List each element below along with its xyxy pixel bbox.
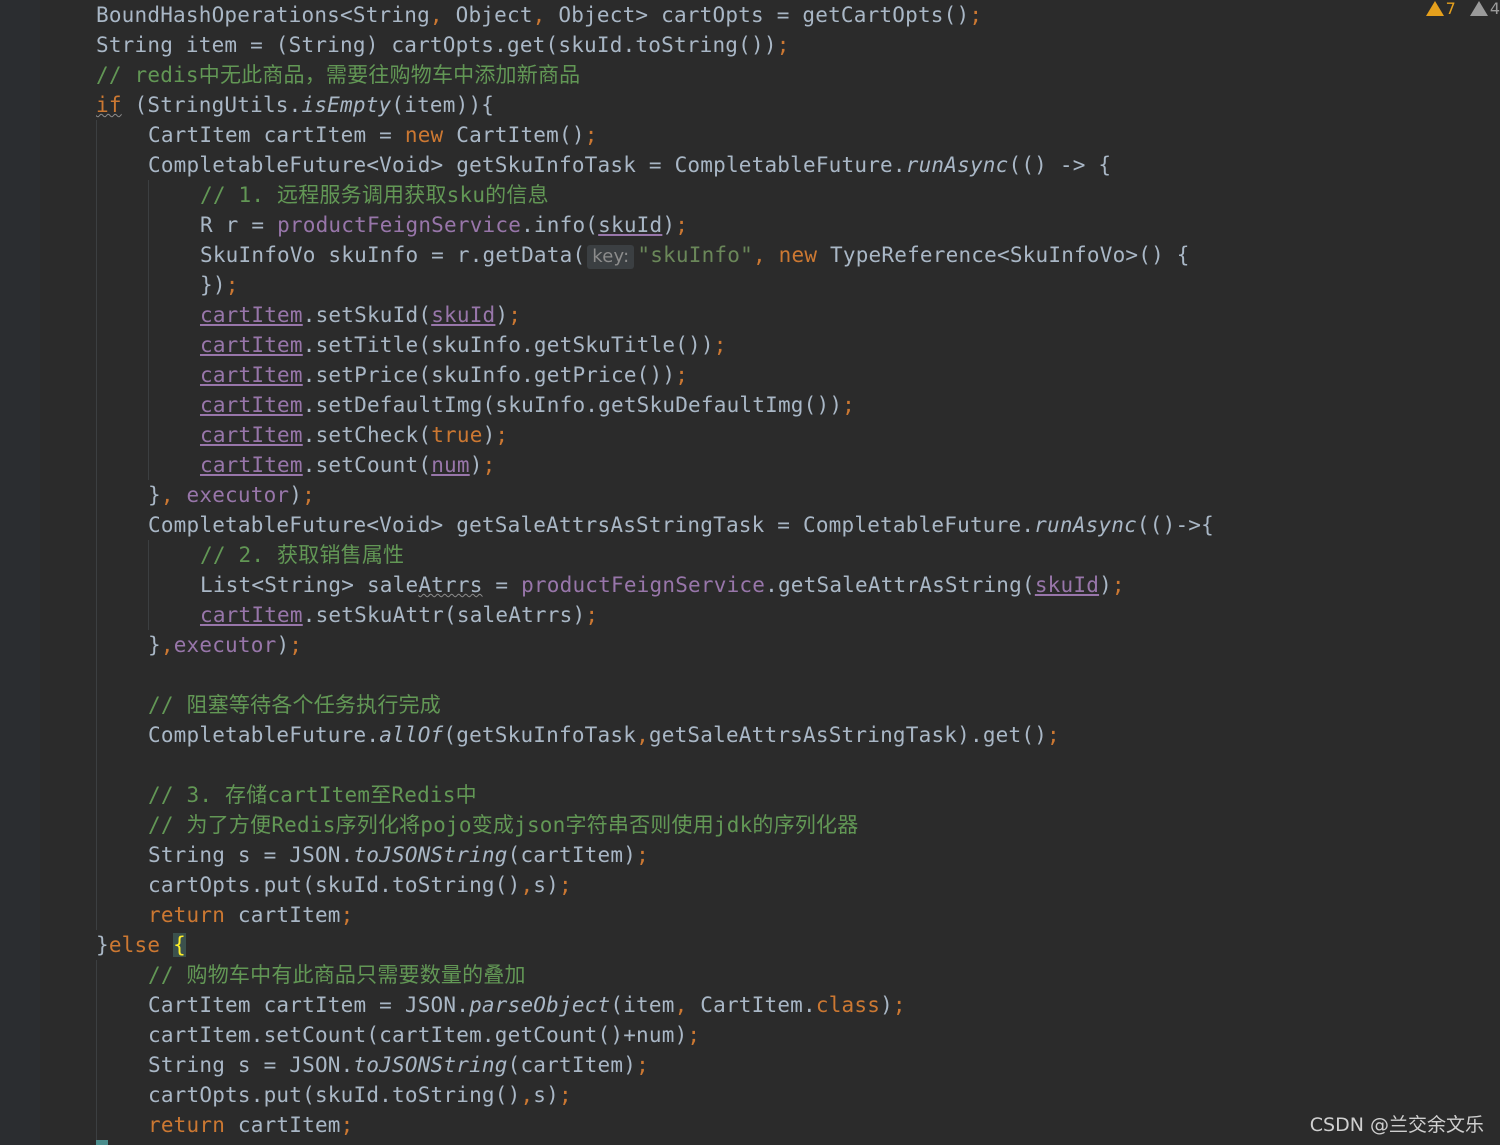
code-line: R r = productFeignService.info(skuId); bbox=[200, 213, 689, 237]
scroll-marker bbox=[96, 1140, 108, 1145]
code-line: if (StringUtils.isEmpty(item)){ bbox=[96, 93, 495, 117]
code-line: CompletableFuture<Void> getSkuInfoTask =… bbox=[148, 153, 1112, 177]
code-line: return cartItem; bbox=[148, 1113, 354, 1137]
code-line: SkuInfoVo skuInfo = r.getData(key: "skuIn… bbox=[200, 243, 1190, 269]
code-line: cartItem.setCheck(true); bbox=[200, 423, 509, 447]
code-line: CompletableFuture<Void> getSaleAttrsAsSt… bbox=[148, 513, 1214, 537]
code-comment: // 购物车中有此商品只需要数量的叠加 bbox=[148, 963, 526, 987]
code-comment: // 阻塞等待各个任务执行完成 bbox=[148, 693, 441, 717]
code-line: return cartItem; bbox=[148, 903, 354, 927]
code-line: }, executor); bbox=[148, 483, 315, 507]
code-line: cartOpts.put(skuId.toString(),s); bbox=[148, 873, 572, 897]
code-line: cartOpts.put(skuId.toString(),s); bbox=[148, 1083, 572, 1107]
code-line: String s = JSON.toJSONString(cartItem); bbox=[148, 1053, 649, 1077]
code-line: List<String> saleAtrrs = productFeignSer… bbox=[200, 573, 1125, 597]
code-line: cartItem.setCount(num); bbox=[200, 453, 496, 477]
code-comment: // 3. 存储cartItem至Redis中 bbox=[148, 783, 477, 807]
code-line: },executor); bbox=[148, 633, 303, 657]
code-comment: // 2. 获取销售属性 bbox=[200, 543, 405, 567]
code-line: cartItem.setCount(cartItem.getCount()+nu… bbox=[148, 1023, 701, 1047]
code-line: cartItem.setSkuId(skuId); bbox=[200, 303, 522, 327]
code-line: cartItem.setDefaultImg(skuInfo.getSkuDef… bbox=[200, 393, 856, 417]
code-line: CartItem cartItem = new CartItem(); bbox=[148, 123, 598, 147]
code-line: String item = (String) cartOpts.get(skuI… bbox=[96, 33, 790, 57]
code-comment: // 为了方便Redis序列化将pojo变成json字符串否则使用jdk的序列化… bbox=[148, 813, 859, 837]
code-line: CompletableFuture.allOf(getSkuInfoTask,g… bbox=[148, 723, 1060, 747]
parameter-hint: key: bbox=[587, 245, 635, 269]
code-line: cartItem.setSkuAttr(saleAtrrs); bbox=[200, 603, 599, 627]
watermark: CSDN @兰交余文乐 bbox=[1309, 1114, 1484, 1136]
matched-brace: { bbox=[173, 933, 186, 957]
editor-gutter[interactable] bbox=[0, 0, 40, 1145]
code-line: String s = JSON.toJSONString(cartItem); bbox=[148, 843, 649, 867]
code-comment: // 1. 远程服务调用获取sku的信息 bbox=[200, 183, 549, 207]
code-line: }); bbox=[200, 273, 239, 297]
code-comment: // redis中无此商品，需要往购物车中添加新商品 bbox=[96, 63, 581, 87]
code-line: }else { bbox=[96, 933, 186, 957]
code-area[interactable]: BoundHashOperations<String, Object, Obje… bbox=[96, 0, 1500, 1140]
code-line: BoundHashOperations<String, Object, Obje… bbox=[96, 3, 983, 27]
code-line: cartItem.setTitle(skuInfo.getSkuTitle())… bbox=[200, 333, 727, 357]
code-line: CartItem cartItem = JSON.parseObject(ite… bbox=[148, 993, 906, 1017]
code-line: cartItem.setPrice(skuInfo.getPrice()); bbox=[200, 363, 689, 387]
